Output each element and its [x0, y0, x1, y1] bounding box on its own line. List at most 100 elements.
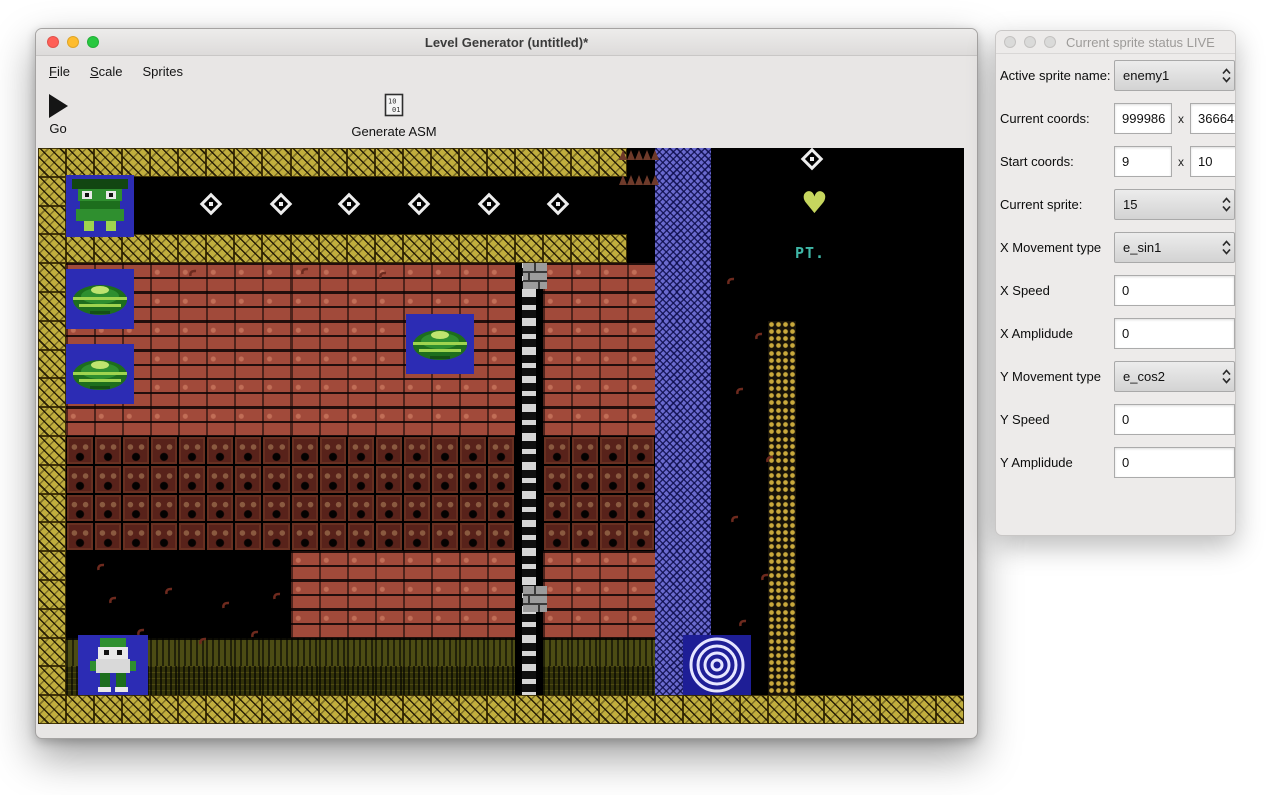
mark-icon [272, 591, 282, 601]
tile-dark-crate [234, 436, 262, 465]
saucer-sprite[interactable] [66, 344, 134, 404]
svg-text:10: 10 [388, 98, 396, 106]
tile-ground [291, 638, 319, 667]
y-speed-input[interactable]: 0 [1114, 404, 1235, 435]
title-bar[interactable]: Level Generator (untitled)* [36, 29, 977, 56]
y-amplitude-input[interactable]: 0 [1114, 447, 1235, 478]
tile-empty [936, 350, 964, 379]
mark-icon [760, 572, 770, 582]
start-coords-x-input[interactable]: 9 [1114, 146, 1172, 177]
tile-brick [543, 551, 571, 580]
tile-empty [908, 407, 936, 436]
current-sprite-combobox[interactable]: 15 [1114, 189, 1235, 220]
tile-ground [543, 638, 571, 667]
tile-ladder [515, 436, 543, 465]
panel-title-bar[interactable]: Current sprite status LIVE [996, 31, 1235, 54]
tile-gold-block [178, 234, 206, 263]
tile-empty [908, 436, 936, 465]
menu-scale[interactable]: Scale [80, 64, 133, 79]
menu-file[interactable]: File [39, 64, 80, 79]
active-sprite-name-value: enemy1 [1123, 68, 1169, 83]
tile-purple-hatch [655, 551, 683, 580]
start-coords-y-input[interactable]: 10 [1190, 146, 1236, 177]
generate-asm-button[interactable]: 10 01 Generate ASM [324, 93, 464, 139]
player-sprite[interactable] [78, 635, 148, 695]
x-amplitude-input[interactable]: 0 [1114, 318, 1235, 349]
saucer-sprite[interactable] [66, 269, 134, 329]
saucer-sprite[interactable] [406, 314, 474, 374]
go-button[interactable]: Go [38, 94, 78, 136]
tile-dark-crate [94, 465, 122, 494]
tile-brick [206, 350, 234, 379]
tile-brick [571, 263, 599, 292]
tile-empty [206, 551, 234, 580]
level-canvas[interactable]: ♥PT. [38, 148, 964, 724]
tile-empty [150, 551, 178, 580]
tile-brick [543, 407, 571, 436]
minimize-button[interactable] [1024, 36, 1036, 48]
tile-brick [403, 378, 431, 407]
x-amplitude-label: X Amplidude [1000, 326, 1114, 341]
mark-icon [250, 629, 260, 639]
tile-gold-block [711, 695, 739, 724]
tile-dark-crate [543, 522, 571, 551]
tile-empty [852, 292, 880, 321]
minimize-button[interactable] [67, 36, 79, 48]
tile-dark-crate [234, 494, 262, 523]
tile-brick [347, 551, 375, 580]
tile-brick [627, 551, 655, 580]
tile-brick [347, 580, 375, 609]
tile-brick [291, 321, 319, 350]
diamond-icon [409, 194, 429, 214]
zoom-button[interactable] [1044, 36, 1056, 48]
tile-empty [206, 609, 234, 638]
x-movement-type-label: X Movement type [1000, 240, 1114, 255]
tile-empty [880, 407, 908, 436]
alien-sprite[interactable] [66, 175, 134, 237]
tile-empty [852, 580, 880, 609]
tile-gold-block [459, 695, 487, 724]
y-speed-label: Y Speed [1000, 412, 1114, 427]
tile-ladder [515, 350, 543, 379]
stepper-icon[interactable] [1222, 369, 1231, 384]
current-coords-x-input[interactable]: 999986 [1114, 103, 1172, 134]
tile-brick [599, 292, 627, 321]
y-movement-type-label: Y Movement type [1000, 369, 1114, 384]
tile-empty [824, 263, 852, 292]
tile-dark-crate [178, 494, 206, 523]
x-movement-type-combobox[interactable]: e_sin1 [1114, 232, 1235, 263]
tile-empty [375, 177, 403, 206]
tile-brick [543, 321, 571, 350]
tile-dark-crate [487, 465, 515, 494]
stepper-icon[interactable] [1222, 197, 1231, 212]
tile-empty [936, 638, 964, 667]
current-coords-y-input[interactable]: 366643 [1190, 103, 1236, 134]
tile-purple-hatch [655, 292, 683, 321]
tile-purple-hatch [655, 206, 683, 235]
tile-purple-hatch [683, 378, 711, 407]
y-movement-type-combobox[interactable]: e_cos2 [1114, 361, 1235, 392]
tile-empty [908, 666, 936, 695]
tile-purple-hatch [683, 148, 711, 177]
stepper-icon[interactable] [1222, 68, 1231, 83]
tile-dark-crate [571, 522, 599, 551]
tile-dark-crate [459, 522, 487, 551]
go-label: Go [49, 121, 66, 136]
tile-gold-block [178, 695, 206, 724]
tile-gold-block [599, 234, 627, 263]
close-button[interactable] [1004, 36, 1016, 48]
stepper-icon[interactable] [1222, 240, 1231, 255]
tile-gold-block [38, 350, 66, 379]
active-sprite-name-combobox[interactable]: enemy1 [1114, 60, 1235, 91]
tile-gold-block [543, 695, 571, 724]
tile-empty [852, 177, 880, 206]
tile-ladder [515, 292, 543, 321]
menu-sprites[interactable]: Sprites [133, 64, 193, 79]
x-speed-input[interactable]: 0 [1114, 275, 1235, 306]
close-button[interactable] [47, 36, 59, 48]
spiral-sprite[interactable] [683, 635, 751, 695]
field-x-movement-type: X Movement typee_sin1 [996, 226, 1235, 269]
tile-dark-crate [347, 465, 375, 494]
zoom-button[interactable] [87, 36, 99, 48]
tile-gold-block [768, 695, 796, 724]
